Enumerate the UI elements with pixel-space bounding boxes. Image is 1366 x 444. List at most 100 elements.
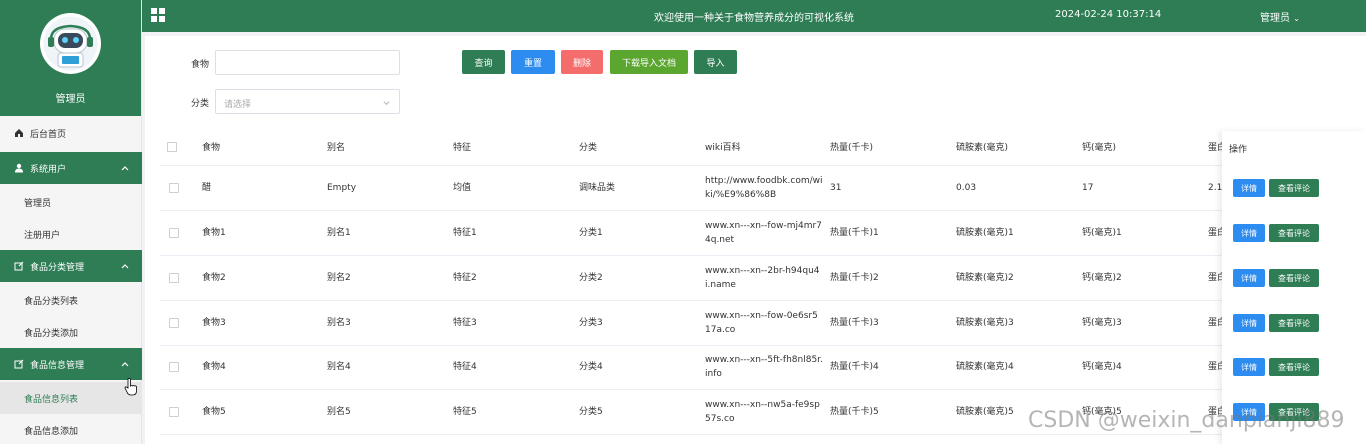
view-comments-button[interactable]: 查看评论 [1269, 314, 1319, 332]
row-checkbox[interactable] [169, 318, 179, 328]
row-checkbox[interactable] [169, 183, 179, 193]
row-divider [160, 434, 1350, 435]
cell-feature: 特征2 [453, 273, 477, 283]
detail-button[interactable]: 详情 [1233, 358, 1265, 376]
detail-button[interactable]: 详情 [1233, 179, 1265, 197]
cell-thiamine: 硫胺素(毫克)3 [956, 318, 1014, 328]
chevron-up-icon [121, 264, 129, 269]
cell-calcium: 钙(毫克)2 [1082, 273, 1122, 283]
category-select-placeholder: 请选择 [224, 100, 252, 110]
query-button[interactable]: 查询 [462, 50, 505, 74]
cell-thiamine: 硫胺素(毫克)5 [956, 407, 1014, 417]
cell-alias: 别名2 [327, 273, 351, 283]
sidebar-item-label: 食品信息列表 [24, 394, 79, 405]
column-header-alias: 别名 [327, 143, 346, 153]
cell-food: 食物1 [202, 228, 226, 238]
sidebar-item-home[interactable]: 后台首页 [0, 117, 142, 149]
cell-calories: 31 [830, 183, 842, 193]
cell-feature: 均值 [453, 183, 472, 193]
column-header-calcium: 钙(毫克) [1082, 143, 1117, 153]
sidebar-item-food-list[interactable]: 食品信息列表 [0, 382, 142, 414]
sidebar-item-label: 注册用户 [24, 230, 61, 241]
chevron-down-icon: ⌄ [1293, 14, 1300, 23]
home-icon [15, 129, 23, 137]
operations-column [1222, 131, 1366, 444]
food-input[interactable] [215, 50, 400, 75]
row-divider [160, 210, 1350, 211]
edit-doc-icon [14, 359, 24, 369]
cell-feature: 特征3 [453, 318, 477, 328]
cell-category: 调味品类 [579, 183, 616, 193]
row-checkbox[interactable] [169, 228, 179, 238]
sidebar-group-label: 食品分类管理 [30, 262, 85, 273]
row-divider [160, 165, 1350, 166]
detail-button[interactable]: 详情 [1233, 314, 1265, 332]
column-header-food: 食物 [202, 143, 221, 153]
cell-alias: 别名1 [327, 228, 351, 238]
sidebar-item-registered-users[interactable]: 注册用户 [0, 218, 142, 250]
sidebar-item-admins[interactable]: 管理员 [0, 186, 142, 218]
cell-feature: 特征5 [453, 407, 477, 417]
cell-category: 分类1 [579, 228, 603, 238]
chevron-up-icon [121, 362, 129, 367]
sidebar-item-food-add[interactable]: 食品信息添加 [0, 414, 142, 444]
sidebar: 管理员 后台首页 系统用户 管理员 注册用户 食品分类管理 食品分类列表 食品分… [0, 0, 142, 444]
profile-name: 管理员 [55, 94, 86, 105]
cell-food: 食物3 [202, 318, 226, 328]
row-divider [160, 389, 1350, 390]
sidebar-group-food-category[interactable]: 食品分类管理 [0, 250, 142, 282]
user-icon [15, 163, 23, 173]
sidebar-group-system-users[interactable]: 系统用户 [0, 152, 142, 184]
edit-doc-icon [14, 261, 24, 271]
category-filter-label: 分类 [191, 99, 210, 109]
cell-thiamine: 硫胺素(毫克)4 [956, 362, 1014, 372]
grid-menu-icon[interactable] [151, 8, 166, 23]
sidebar-item-label: 食品分类列表 [24, 296, 79, 307]
row-checkbox[interactable] [169, 362, 179, 372]
cell-wiki: http://www.foodbk.com/wiki/%E9%86%8B [705, 176, 823, 200]
view-comments-button[interactable]: 查看评论 [1269, 179, 1319, 197]
user-menu[interactable]: 管理员 ⌄ [1260, 9, 1300, 24]
cell-calories: 热量(千卡)2 [830, 273, 879, 283]
cell-calcium: 钙(毫克)3 [1082, 318, 1122, 328]
cell-calories: 热量(千卡)5 [830, 407, 879, 417]
detail-button[interactable]: 详情 [1233, 269, 1265, 287]
cell-wiki: www.xn---xn--5ft-fh8nl85r.info [705, 355, 823, 379]
view-comments-button[interactable]: 查看评论 [1269, 358, 1319, 376]
cell-alias: 别名3 [327, 318, 351, 328]
detail-button[interactable]: 详情 [1233, 224, 1265, 242]
user-name: 管理员 [1260, 13, 1290, 24]
cell-category: 分类4 [579, 362, 603, 372]
row-divider [160, 345, 1350, 346]
category-select[interactable]: 请选择 [215, 89, 400, 114]
sidebar-item-label: 管理员 [24, 198, 52, 209]
profile-panel: 管理员 [0, 0, 141, 116]
sidebar-item-category-add[interactable]: 食品分类添加 [0, 316, 142, 348]
cell-calories: 热量(千卡)1 [830, 228, 879, 238]
cell-feature: 特征4 [453, 362, 477, 372]
header-datetime: 2024-02-24 10:37:14 [1055, 9, 1162, 20]
select-all-checkbox[interactable] [167, 142, 177, 152]
cell-wiki: www.xn---xn--fow-mj4mr74q.net [705, 221, 822, 245]
reset-button[interactable]: 重置 [511, 50, 555, 74]
cell-food: 食物4 [202, 362, 226, 372]
cell-food: 食物5 [202, 407, 226, 417]
import-button[interactable]: 导入 [694, 50, 737, 74]
food-filter-label: 食物 [191, 60, 210, 70]
download-import-doc-button[interactable]: 下载导入文档 [610, 50, 688, 74]
row-divider [160, 255, 1350, 256]
sidebar-item-category-list[interactable]: 食品分类列表 [0, 284, 142, 316]
view-comments-button[interactable]: 查看评论 [1269, 224, 1319, 242]
row-checkbox[interactable] [169, 273, 179, 283]
delete-button[interactable]: 删除 [561, 50, 603, 74]
column-header-thiamine: 硫胺素(毫克) [956, 143, 1009, 153]
watermark: CSDN @weixin_danpianji889 [1028, 408, 1345, 433]
cell-protein: 2.1 [1208, 183, 1223, 193]
row-checkbox[interactable] [169, 407, 179, 417]
row-divider [160, 300, 1350, 301]
cell-thiamine: 0.03 [956, 183, 977, 193]
column-header-operations: 操作 [1229, 145, 1248, 155]
cell-food: 醋 [202, 183, 212, 193]
view-comments-button[interactable]: 查看评论 [1269, 269, 1319, 287]
sidebar-group-food-info[interactable]: 食品信息管理 [0, 348, 142, 380]
